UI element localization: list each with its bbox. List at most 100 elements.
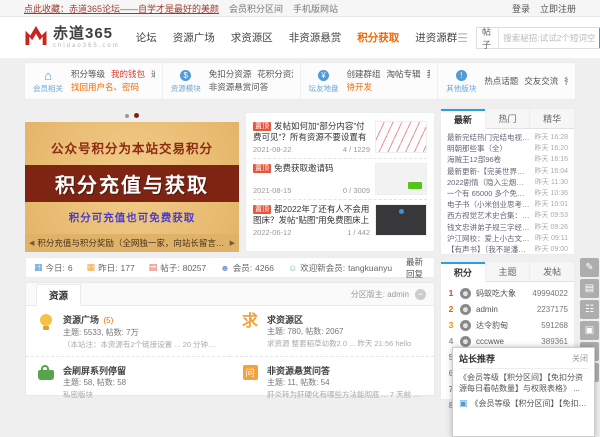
thread-date: 2021-08-22 <box>253 145 291 154</box>
pinned-badge: 置顶 <box>253 205 271 214</box>
tab-latest[interactable]: 最新 <box>441 109 485 129</box>
thread-row[interactable]: 置顶都2022年了还有人不会用图床？发帖“贴图”用免费图床上传图片更快！下面我来… <box>253 200 427 241</box>
thread-thumbnail[interactable] <box>375 204 427 236</box>
forum-lastpost: 私密版块 <box>63 389 220 401</box>
carousel-dot[interactable] <box>125 114 129 118</box>
tab-points[interactable]: 积分 <box>441 262 485 282</box>
stat-label: 昨日: <box>98 262 117 274</box>
rank-row[interactable]: 2☻admin2237175 <box>447 301 568 317</box>
forum-cell-bounty-qa[interactable]: 问 非资源悬赏问答 主题: 11, 帖数: 54 肝炎转为肝硬化有哪些方法能彻底… <box>230 356 434 406</box>
list-item[interactable]: 最新完结热门完结电视剧【星汉灿烂昨天 16:28 <box>447 132 568 143</box>
forum-category-section: 资源 分区版主: admin − 资源广场 (5) 主题: 5533, 帖数: … <box>25 282 435 396</box>
forum-lastpost[interactable]: 肝炎转为肝硬化有哪些方法能彻底 ... 7 天前 因色 <box>267 389 424 401</box>
link-free-resource[interactable]: 免扣分资源 <box>209 69 252 79</box>
my-threads-button[interactable]: ▤ <box>580 279 599 298</box>
search-type-select[interactable]: 帖子 <box>477 28 499 48</box>
sticky-thread-list: 置顶发帖如何加“部分内容”付费可见”？所有资源不要设置有效期，需为永久有效！（发… <box>245 112 435 252</box>
link-recover-account[interactable]: 找回用户名、密码 <box>71 82 139 92</box>
link-todo2[interactable]: 待开发 <box>564 76 568 86</box>
document-button[interactable]: ▣ <box>580 321 599 340</box>
quicknav-member-group: ⌂ 会员相关 积分等级我的钱包道具 找回用户名、密码 <box>25 63 162 99</box>
forum-cell-resource-plaza[interactable]: 资源广场 (5) 主题: 5533, 帖数: 7万 （本站注：本资源有2个链接设… <box>26 306 230 356</box>
promo-banner[interactable]: 公众号积分为本站交易积分 积分充值与获取 积分可充值也可免费获取 ◀ 积分充值与… <box>25 122 239 252</box>
link-bounty-qa[interactable]: 非资源悬赏问答 <box>209 82 269 92</box>
latest-posts-widget: 最新 热门 精华 最新完结热门完结电视剧【星汉灿烂昨天 16:28 明朝那些事（… <box>440 108 575 255</box>
link-todo[interactable]: 待开发 <box>347 82 373 92</box>
carousel-dots <box>25 114 239 118</box>
collapse-button[interactable]: − <box>415 289 426 300</box>
thread-title[interactable]: 免费获取邀请码 <box>274 163 334 173</box>
new-member-link[interactable]: tangkuanyu <box>348 263 392 273</box>
tab-digest[interactable]: 精华 <box>529 109 574 129</box>
nav-group[interactable]: 进资源群 <box>415 30 457 45</box>
list-item[interactable]: 2022剧情（隐入尘烟）1080P昨天 11:30 <box>447 177 568 188</box>
popup-close-button[interactable]: 关闭 <box>572 353 588 364</box>
list-item[interactable]: 最新更新-【完美世界】4k-72集昨天 16:04 <box>447 166 568 177</box>
list-item[interactable]: 沪江网校：爱上小古文合集视频课程昨天 09:11 <box>447 233 568 244</box>
tab-hot[interactable]: 热门 <box>485 109 530 129</box>
link-hot-topics[interactable]: 热点话题 <box>484 76 518 86</box>
thread-row[interactable]: 置顶免费获取邀请码 2021-08-150 / 3009 <box>253 159 427 200</box>
carousel-caption-text[interactable]: 积分充值与积分奖励（全网独一家，向站长留言要... <box>37 237 226 249</box>
login-link[interactable]: 登录 <box>512 2 530 15</box>
link-my-favorites[interactable]: 我的收藏 <box>427 69 431 79</box>
thread-row[interactable]: 置顶发帖如何加“部分内容”付费可见”？所有资源不要设置有效期，需为永久有效！（发… <box>253 117 427 159</box>
forum-name[interactable]: 非资源悬赏问答 <box>267 366 330 376</box>
list-item[interactable]: 钱文忠讲弟子规三字经百家姓汇总合昨天 09:26 <box>447 222 568 233</box>
carousel-next-icon[interactable]: ▶ <box>230 239 235 247</box>
forum-cell-request-zone[interactable]: 求 求资源区 主题: 780, 帖数: 2067 求资源 整套稻草幼教2.0 .… <box>230 306 434 356</box>
nav-request-zone[interactable]: 求资源区 <box>231 30 273 45</box>
thread-thumbnail[interactable] <box>375 163 427 195</box>
question-forum-icon: 问 <box>240 364 260 401</box>
link-collections[interactable]: 淘帖专辑 <box>387 69 421 79</box>
list-item[interactable]: 海贼王12部96卷昨天 16:16 <box>447 154 568 165</box>
nav-bounty[interactable]: 非资源悬赏 <box>289 30 342 45</box>
rank-row[interactable]: 3☻达令豹甸591268 <box>447 317 568 333</box>
link-social[interactable]: 交友交流 <box>524 76 558 86</box>
carousel-dot-active[interactable] <box>134 113 139 118</box>
stat-value: 6 <box>68 263 73 273</box>
link-create-group[interactable]: 创建群组 <box>347 69 381 79</box>
recommend-item[interactable]: 《会员等级【积分区间】【免扣分资源每日看帖数量】与权限表格》 ... <box>459 373 588 394</box>
forum-name[interactable]: 求资源区 <box>267 315 303 325</box>
category-title-tab[interactable]: 资源 <box>36 284 81 306</box>
hamburger-icon[interactable]: ☰ <box>457 31 468 45</box>
forum-cell-private[interactable]: 会刷屏系列停留 主题: 58, 帖数: 58 私密版块 <box>26 356 230 406</box>
register-link[interactable]: 立即注册 <box>540 2 576 15</box>
forum-name[interactable]: 资源广场 <box>63 315 99 325</box>
forum-lastpost[interactable]: 求资源 整套稻草幼教2.0 ... 昨天 21:56 hello <box>267 338 424 350</box>
link-points-level[interactable]: 积分等级 <box>71 69 105 79</box>
carousel-prev-icon[interactable]: ◀ <box>29 239 34 247</box>
thread-thumbnail[interactable] <box>375 121 427 153</box>
mobile-site-link[interactable]: 手机版网站 <box>293 2 338 15</box>
list-item[interactable]: 明朝那些事（全）昨天 16:20 <box>447 143 568 154</box>
forum-name[interactable]: 会刷屏系列停留 <box>63 366 126 376</box>
list-item[interactable]: 西方视觉艺术史合集：西方视觉艺术昨天 09:53 <box>447 210 568 221</box>
forum-lastpost[interactable]: （本站注：本资源有2个链接设置 ... 20 分钟前 382181249 <box>63 339 220 351</box>
stat-value: 4266 <box>255 263 274 273</box>
nav-points[interactable]: 积分获取 <box>357 30 399 45</box>
list-item[interactable]: 【有声书】（我不是潘金莲）全集/昨天 09:00 <box>447 244 568 255</box>
link-props[interactable]: 道具 <box>151 69 155 79</box>
avatar: ☻ <box>460 304 471 315</box>
stat-value: 177 <box>121 263 135 273</box>
link-paid-resource[interactable]: 花积分资源 <box>257 69 292 79</box>
member-points-link[interactable]: 会员积分区间 <box>229 2 283 15</box>
nav-resource-plaza[interactable]: 资源广场 <box>173 30 215 45</box>
list-item[interactable]: 电子书（小米创业思考）--雷军口昨天 10:01 <box>447 199 568 210</box>
favorite-link[interactable]: 点此收藏：赤道365论坛——自学才是最好的美颜 <box>24 2 219 15</box>
search-input[interactable] <box>499 33 599 43</box>
site-logo[interactable]: 赤道365 chidao365.com <box>24 25 120 51</box>
moderator-link[interactable]: admin <box>387 290 409 299</box>
rank-row[interactable]: 1☻蚂蚁吃大象49994022 <box>447 285 568 301</box>
stat-label: 欢迎新会员: <box>300 262 345 274</box>
latest-reply-link[interactable]: 最新回复 <box>406 256 426 280</box>
link-my-wallet[interactable]: 我的钱包 <box>111 69 145 79</box>
tab-replies[interactable]: 发帖 <box>529 262 574 282</box>
grid-icon: ☷ <box>585 304 594 315</box>
list-item[interactable]: 一个有 65000 多个免费收音机电台昨天 10:36 <box>447 188 568 199</box>
tab-topics[interactable]: 主题 <box>485 262 530 282</box>
nav-forum[interactable]: 论坛 <box>136 30 157 45</box>
compose-button[interactable]: ✎ <box>580 258 599 277</box>
forum-nav-button[interactable]: ☷ <box>580 300 599 319</box>
